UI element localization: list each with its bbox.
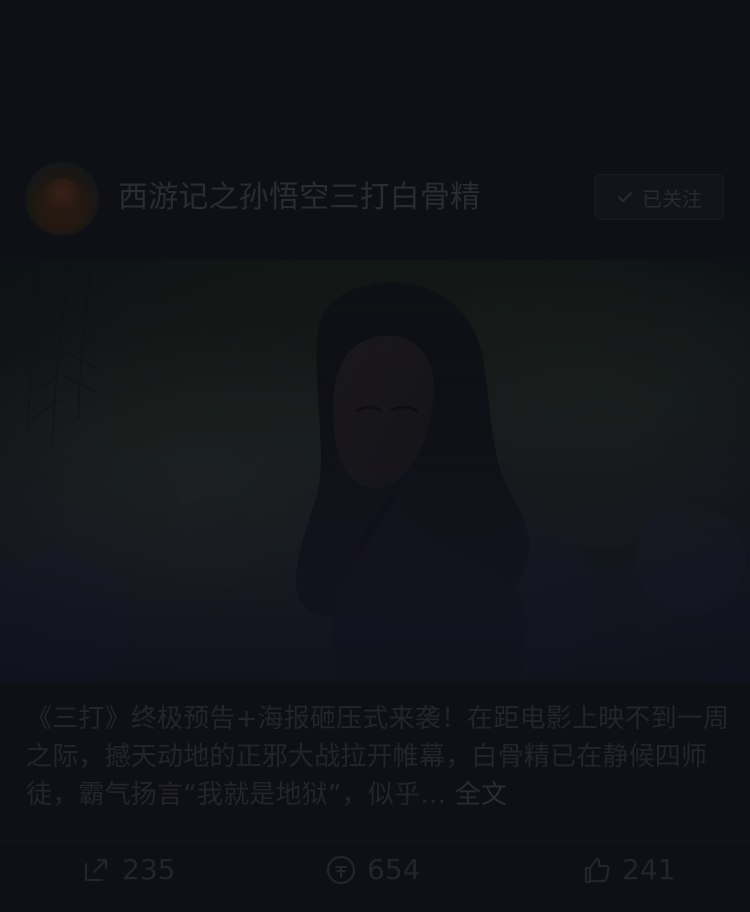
reward-icon xyxy=(325,854,357,886)
follow-status-button[interactable]: 已关注 xyxy=(594,174,724,220)
post-header: 西游记之孙悟空三打白骨精 已关注 xyxy=(0,150,750,260)
post-caption: 《三打》终极预告+海报砸压式来袭！在距电影上映不到一周之际，撼天动地的正邪大战拉… xyxy=(26,700,730,814)
author-avatar[interactable] xyxy=(25,162,99,236)
post-photo[interactable] xyxy=(0,260,750,682)
share-count: 235 xyxy=(122,853,176,886)
top-spacing xyxy=(0,0,750,150)
share-action[interactable]: 235 xyxy=(80,850,175,890)
post-actions-bar: 235 654 241 xyxy=(0,840,750,912)
photo-illustration xyxy=(0,260,750,682)
reward-action[interactable]: 654 xyxy=(325,850,420,890)
full-text-link[interactable]: 全文 xyxy=(455,780,507,810)
actions-top-divider xyxy=(0,840,750,841)
caption-text: 《三打》终极预告+海报砸压式来袭！在距电影上映不到一周之际，撼天动地的正邪大战拉… xyxy=(26,704,730,810)
check-icon xyxy=(616,188,634,206)
follow-status-label: 已关注 xyxy=(642,186,702,211)
like-action[interactable]: 241 xyxy=(580,850,675,890)
thumbs-up-icon xyxy=(580,854,612,886)
share-icon xyxy=(80,854,112,886)
author-name[interactable]: 西游记之孙悟空三打白骨精 xyxy=(118,178,480,218)
post-screen: 西游记之孙悟空三打白骨精 已关注 《三打》终极预告+海报砸压式来袭！在距电影上映… xyxy=(0,0,750,912)
like-count: 241 xyxy=(622,853,676,886)
reward-count: 654 xyxy=(367,853,421,886)
